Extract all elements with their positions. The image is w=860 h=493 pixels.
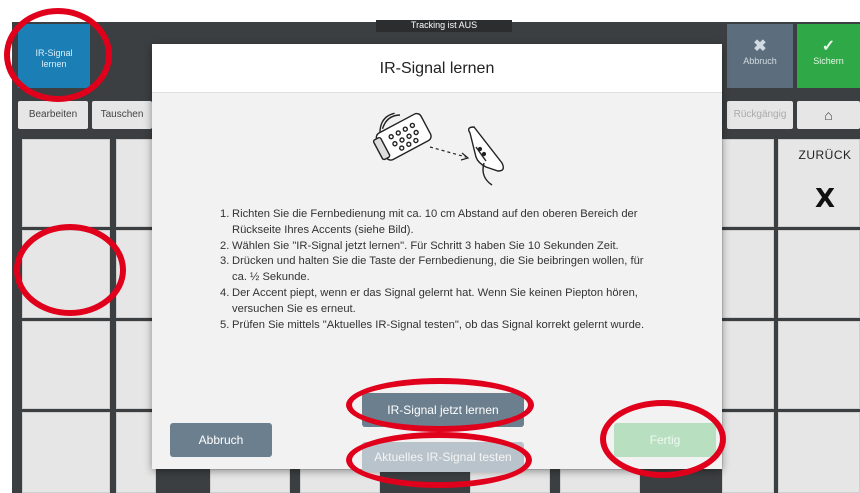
home-icon: ⌂ <box>824 107 833 123</box>
grid-cell[interactable] <box>778 412 860 493</box>
test-signal-button[interactable]: Aktuelles IR-Signal testen <box>362 442 524 472</box>
undo-button[interactable]: Rückgängig <box>727 101 793 129</box>
instruction-step: 3. Drücken und halten Sie die Taste der F… <box>220 255 644 284</box>
instruction-step: 4. Der Accent piept, wenn er das Signal g… <box>220 286 638 315</box>
back-cell-symbol: X <box>814 184 836 214</box>
ir-learn-dialog: IR-Signal lernen 1. Richten Sie die Fern… <box>152 44 722 472</box>
grid-cell[interactable] <box>778 321 860 409</box>
back-cell-label: ZURÜCK <box>798 148 852 162</box>
top-save-label: Sichern <box>813 56 844 66</box>
grid-cell[interactable] <box>722 230 774 318</box>
grid-cell[interactable] <box>22 412 110 493</box>
grid-cell[interactable] <box>300 469 380 493</box>
check-icon: ✓ <box>821 38 836 55</box>
grid-cell[interactable] <box>722 412 774 493</box>
grid-cell[interactable] <box>116 230 156 318</box>
grid-cell[interactable] <box>116 321 156 409</box>
grid-cell[interactable] <box>116 139 156 227</box>
instruction-step: 2. Wählen Sie "IR-Signal jetzt lernen". F… <box>220 239 619 252</box>
grid-cell[interactable] <box>560 469 640 493</box>
top-save-button[interactable]: ✓ Sichern <box>797 24 860 88</box>
done-button[interactable]: Fertig <box>614 423 716 457</box>
swap-button[interactable]: Tauschen <box>92 101 152 129</box>
edit-button[interactable]: Bearbeiten <box>18 101 88 129</box>
grid-cell[interactable] <box>470 469 550 493</box>
learn-now-button[interactable]: IR-Signal jetzt lernen <box>362 393 524 427</box>
home-button[interactable]: ⌂ <box>797 101 860 129</box>
instruction-step: 1. Richten Sie die Fernbedienung mit ca. … <box>220 208 638 236</box>
ir-signal-learn-button[interactable]: IR-Signal lernen <box>18 24 90 88</box>
remote-to-device-icon <box>372 112 505 186</box>
instruction-steps: 1. Richten Sie die Fernbedienung mit ca. … <box>220 207 660 333</box>
top-cancel-button[interactable]: ✖ Abbruch <box>727 24 793 88</box>
grid-cell[interactable] <box>722 321 774 409</box>
grid-cell[interactable] <box>722 139 774 227</box>
grid-cell[interactable] <box>22 139 110 227</box>
grid-cell[interactable] <box>22 321 110 409</box>
grid-cell[interactable] <box>22 230 110 318</box>
instruction-step: 5. Prüfen Sie mittels "Aktuelles IR-Signa… <box>220 318 645 331</box>
grid-cell[interactable] <box>116 412 156 493</box>
grid-cell[interactable] <box>210 469 290 493</box>
ir-signal-learn-label: IR-Signal lernen <box>35 48 73 69</box>
close-icon: ✖ <box>753 38 767 55</box>
dialog-title: IR-Signal lernen <box>152 44 722 93</box>
top-cancel-label: Abbruch <box>743 56 777 66</box>
dialog-cancel-button[interactable]: Abbruch <box>170 423 272 457</box>
grid-cell[interactable] <box>778 230 860 318</box>
tracking-status: Tracking ist AUS <box>376 20 512 32</box>
